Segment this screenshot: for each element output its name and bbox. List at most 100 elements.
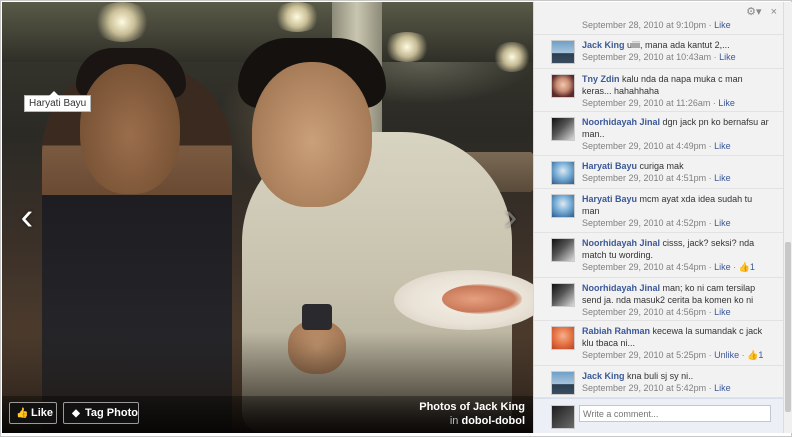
comment-item: Haryati Bayu curiga mak September 29, 201… <box>534 156 783 189</box>
comment-timestamp[interactable]: September 29, 2010 at 4:51pm <box>582 173 706 183</box>
comment-author-link[interactable]: Rabiah Rahman <box>582 326 650 336</box>
like-photo-button[interactable]: 👍 Like <box>9 402 57 424</box>
comment-text-line: Jack King kna buli sj sy ni.. <box>582 370 772 382</box>
comment-timestamp[interactable]: September 29, 2010 at 4:54pm <box>582 262 706 272</box>
scrollbar[interactable] <box>783 2 792 433</box>
comment-meta: September 29, 2010 at 4:49pm · Like <box>582 141 731 151</box>
comment-meta: September 29, 2010 at 5:25pm · Unlike · … <box>582 350 764 360</box>
comment-item: Noorhidayah Jinal man; ko ni cam tersila… <box>534 278 783 321</box>
comment-item: Jack King uiiii, mana ada kantut 2,... Se… <box>534 35 783 69</box>
comment-item: Noorhidayah Jinal cisss, jack? seksi? nd… <box>534 233 783 278</box>
unlike-comment-button[interactable]: Unlike <box>714 350 739 360</box>
like-comment-button[interactable]: Like <box>719 52 736 62</box>
commenter-avatar[interactable] <box>551 117 575 141</box>
thumbs-up-icon: 👍 <box>747 350 759 360</box>
photo-tag-label[interactable]: Haryati Bayu <box>24 91 92 112</box>
scrollbar-thumb[interactable] <box>785 242 791 412</box>
comment-timestamp[interactable]: September 29, 2010 at 10:43am <box>582 52 711 62</box>
like-comment-button[interactable]: Like <box>714 307 731 317</box>
comment-text-line: Noorhidayah Jinal cisss, jack? seksi? nd… <box>582 237 772 261</box>
close-icon[interactable]: × <box>771 6 777 18</box>
comment-timestamp[interactable]: September 28, 2010 at 9:10pm <box>582 20 706 30</box>
comment-text-line: Haryati Bayu mcm ayat xda idea sudah tu … <box>582 193 772 217</box>
comment-text: kna buli sj sy ni.. <box>627 371 694 381</box>
comment-meta: September 29, 2010 at 10:43am · Like <box>582 52 736 62</box>
comment-text-line: Jack King uiiii, mana ada kantut 2,... <box>582 39 772 51</box>
write-comment-input[interactable] <box>579 405 771 422</box>
photo-lamp <box>382 32 432 62</box>
photo-lamp <box>492 42 532 72</box>
comment-author-link[interactable]: Haryati Bayu <box>582 194 637 204</box>
album-title[interactable]: Photos of Jack King <box>419 400 525 414</box>
commenter-avatar[interactable] <box>551 40 575 64</box>
like-photo-label: Like <box>31 407 54 419</box>
comment-text: curiga mak <box>639 161 684 171</box>
comments-panel: September 28, 2010 at 9:10pm · Like Jack … <box>533 2 783 433</box>
comment-author-link[interactable]: Haryati Bayu <box>582 161 637 171</box>
commenter-avatar[interactable] <box>551 326 575 350</box>
comment-item: Haryati Bayu mcm ayat xda idea sudah tu … <box>534 189 783 233</box>
comment-text-line: Tny Zdin kalu nda da napa muka c man ker… <box>582 73 772 97</box>
next-photo-arrow-icon[interactable]: › <box>497 197 525 237</box>
panel-top-icons: ⚙▾ × <box>740 5 777 19</box>
comment-meta: September 29, 2010 at 5:42pm · Like <box>582 383 731 393</box>
comment-timestamp[interactable]: September 29, 2010 at 11:26am <box>582 98 710 108</box>
comment-like-count[interactable]: 1 <box>750 262 755 272</box>
commenter-avatar[interactable] <box>551 283 575 307</box>
commenter-avatar[interactable] <box>551 238 575 262</box>
album-info: Photos of Jack King in dobol-dobol <box>419 400 525 428</box>
previous-photo-arrow-icon[interactable]: ‹ <box>13 197 41 237</box>
comment-meta: September 29, 2010 at 4:54pm · Like · 👍1 <box>582 262 755 272</box>
comment-author-link[interactable]: Noorhidayah Jinal <box>582 238 660 248</box>
comment-timestamp[interactable]: September 29, 2010 at 4:49pm <box>582 141 706 151</box>
like-comment-button[interactable]: Like <box>714 218 731 228</box>
photo-lamp <box>92 2 152 42</box>
comment-text-line: Rabiah Rahman kecewa la sumandak c jack … <box>582 325 772 349</box>
album-in-word: in <box>449 415 459 427</box>
comment-item: Noorhidayah Jinal dgn jack pn ko bernafs… <box>534 112 783 156</box>
thumbs-up-icon: 👍 <box>738 262 750 272</box>
comment-author-link[interactable]: Jack King <box>582 371 625 381</box>
comment-item: Jack King kna buli sj sy ni.. September 2… <box>534 366 783 398</box>
gear-icon[interactable]: ⚙▾ <box>746 5 761 18</box>
like-comment-button[interactable]: Like <box>714 20 731 30</box>
photo-person-left-face <box>80 64 180 194</box>
comment-timestamp[interactable]: September 29, 2010 at 4:56pm <box>582 307 706 317</box>
comment-author-link[interactable]: Tny Zdin <box>582 74 620 84</box>
comment-timestamp[interactable]: September 29, 2010 at 5:25pm <box>582 350 706 360</box>
comment-meta: September 28, 2010 at 9:10pm · Like <box>582 20 731 30</box>
like-comment-button[interactable]: Like <box>714 262 731 272</box>
comment-item: Tny Zdin kalu nda da napa muka c man ker… <box>534 69 783 112</box>
commenter-avatar[interactable] <box>551 161 575 185</box>
comment-text-line: Noorhidayah Jinal dgn jack pn ko bernafs… <box>582 116 772 140</box>
comment-author-link[interactable]: Noorhidayah Jinal <box>582 283 660 293</box>
commenter-avatar[interactable] <box>551 194 575 218</box>
comment-meta: September 29, 2010 at 4:52pm · Like <box>582 218 731 228</box>
like-comment-button[interactable]: Like <box>718 98 735 108</box>
commenter-avatar[interactable] <box>551 371 575 395</box>
thumbs-up-icon: 👍 <box>16 408 29 419</box>
album-name-link[interactable]: dobol-dobol <box>461 415 525 427</box>
comment-author-link[interactable]: Jack King <box>582 40 625 50</box>
photo-person-right-face <box>252 62 372 207</box>
commenter-avatar[interactable] <box>551 74 575 98</box>
tag-photo-button[interactable]: ◆ Tag Photo <box>63 402 139 424</box>
comment-text-line: Noorhidayah Jinal man; ko ni cam tersila… <box>582 282 772 306</box>
tag-photo-label: Tag Photo <box>85 407 138 419</box>
photo-lamp <box>272 2 322 32</box>
album-line: in dobol-dobol <box>419 414 525 428</box>
photo-image[interactable] <box>2 2 533 433</box>
comment-like-count[interactable]: 1 <box>758 350 763 360</box>
comment-author-link[interactable]: Noorhidayah Jinal <box>582 117 660 127</box>
like-comment-button[interactable]: Like <box>714 173 731 183</box>
comment-text: uiiii, mana ada kantut 2,... <box>627 40 730 50</box>
comment-timestamp[interactable]: September 29, 2010 at 5:42pm <box>582 383 706 393</box>
like-comment-button[interactable]: Like <box>714 141 731 151</box>
comment-meta: September 29, 2010 at 11:26am · Like <box>582 98 735 108</box>
photo-phone <box>302 304 332 330</box>
photo-food <box>442 284 522 314</box>
comment-text-line: Haryati Bayu curiga mak <box>582 160 772 172</box>
comment-timestamp[interactable]: September 29, 2010 at 4:52pm <box>582 218 706 228</box>
photo-viewer-window: ‹ › Haryati Bayu 👍 Like ◆ Tag Photo Photos… <box>0 0 792 437</box>
like-comment-button[interactable]: Like <box>714 383 731 393</box>
